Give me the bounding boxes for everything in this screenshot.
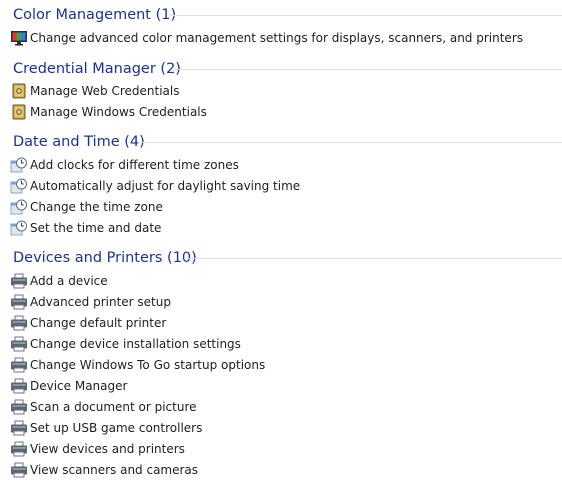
devices-printer-icon — [10, 441, 28, 457]
devices-printer-icon — [10, 315, 28, 331]
group-title: Credential Manager (2) — [13, 61, 181, 77]
result-label: View scanners and cameras — [30, 463, 199, 477]
result-label: Change advanced color management setting… — [30, 31, 524, 45]
result-link[interactable]: Manage Windows Credentials — [8, 102, 528, 123]
group-header[interactable]: Date and Time (4) — [0, 130, 562, 154]
clock-calendar-icon — [10, 178, 28, 194]
result-label: Automatically adjust for daylight saving… — [30, 179, 301, 193]
devices-printer-icon — [10, 420, 28, 436]
result-label: Add clocks for different time zones — [30, 158, 239, 172]
clock-calendar-icon — [10, 157, 28, 173]
result-link[interactable]: View devices and printers — [8, 439, 528, 460]
result-label: Scan a document or picture — [30, 400, 197, 414]
result-label: Change default printer — [30, 316, 167, 330]
result-link[interactable]: Advanced printer setup — [8, 292, 528, 313]
result-label: Change the time zone — [30, 200, 163, 214]
result-label: Device Manager — [30, 379, 128, 393]
result-link[interactable]: Device Manager — [8, 376, 528, 397]
devices-printer-icon — [10, 399, 28, 415]
result-label: Change Windows To Go startup options — [30, 358, 266, 372]
result-link[interactable]: Change default printer — [8, 313, 528, 334]
result-label: Manage Windows Credentials — [30, 105, 207, 119]
group-header[interactable]: Devices and Printers (10) — [0, 246, 562, 270]
group-divider — [184, 258, 562, 259]
result-link[interactable]: View scanners and cameras — [8, 460, 528, 481]
devices-printer-icon — [10, 273, 28, 289]
group-header[interactable]: Credential Manager (2) — [0, 57, 562, 81]
group-title: Color Management (1) — [13, 7, 177, 23]
result-link[interactable]: Scan a document or picture — [8, 397, 528, 418]
result-label: View devices and printers — [30, 442, 185, 456]
result-label: Manage Web Credentials — [30, 84, 180, 98]
group-divider — [174, 69, 562, 70]
result-link[interactable]: Add a device — [8, 271, 528, 292]
result-link[interactable]: Change device installation settings — [8, 334, 528, 355]
result-link[interactable]: Automatically adjust for daylight saving… — [8, 176, 528, 197]
result-label: Add a device — [30, 274, 108, 288]
result-link[interactable]: Set up USB game controllers — [8, 418, 528, 439]
search-results-list: Color Management (1) Change advanced col… — [0, 0, 562, 487]
clock-calendar-icon — [10, 220, 28, 236]
result-link[interactable]: Change the time zone — [8, 197, 528, 218]
group-divider — [140, 142, 562, 143]
devices-printer-icon — [10, 462, 28, 478]
devices-printer-icon — [10, 357, 28, 373]
credential-vault-icon — [10, 83, 28, 99]
group-divider — [170, 15, 562, 16]
result-label: Change device installation settings — [30, 337, 241, 351]
result-link[interactable]: Change advanced color management setting… — [8, 28, 528, 49]
result-label: Set the time and date — [30, 221, 162, 235]
monitor-color-icon — [10, 30, 28, 46]
group-header[interactable]: Color Management (1) — [0, 3, 562, 27]
devices-printer-icon — [10, 294, 28, 310]
clock-calendar-icon — [10, 199, 28, 215]
result-link[interactable]: Set the time and date — [8, 218, 528, 239]
group-title: Devices and Printers (10) — [13, 250, 197, 266]
result-label: Set up USB game controllers — [30, 421, 203, 435]
result-label: Advanced printer setup — [30, 295, 171, 309]
credential-vault-icon — [10, 104, 28, 120]
group-title: Date and Time (4) — [13, 134, 145, 150]
devices-printer-icon — [10, 378, 28, 394]
result-link[interactable]: Change Windows To Go startup options — [8, 355, 528, 376]
result-link[interactable]: Add clocks for different time zones — [8, 155, 528, 176]
result-link[interactable]: Manage Web Credentials — [8, 81, 528, 102]
devices-printer-icon — [10, 336, 28, 352]
